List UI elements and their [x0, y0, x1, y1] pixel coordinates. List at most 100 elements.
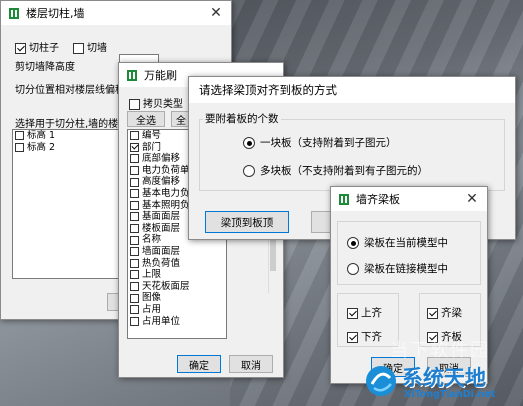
floor-list[interactable]: 标高 1 标高 2 — [12, 129, 132, 279]
floor-label: 标高 2 — [27, 141, 56, 153]
floor-label: 标高 1 — [27, 130, 56, 141]
align-beam-label: 齐梁 — [441, 307, 462, 319]
multi-slab-radio[interactable]: 多块板（不支持附着到有子图元的） — [243, 163, 428, 178]
one-slab-radio-dot[interactable] — [243, 137, 255, 149]
floor-check[interactable] — [15, 131, 24, 141]
copy-type-item-label: 底部偏移 — [142, 153, 181, 165]
copy-type-item-label: 上限 — [142, 269, 162, 281]
copy-type-item-label: 基面面层 — [142, 211, 181, 223]
top-align-check[interactable] — [347, 307, 358, 319]
copy-type-checkbox[interactable]: 拷贝类型 — [129, 95, 183, 110]
copy-type-item-label: 楼板面层 — [142, 222, 181, 234]
slab-count-label: 要附着板的个数 — [203, 111, 281, 126]
copy-type-check[interactable] — [130, 270, 139, 280]
copy-type-item-label: 图像 — [142, 292, 162, 304]
link-model-label: 梁板在链接模型中 — [364, 263, 448, 275]
list-item[interactable]: 上限 — [128, 269, 226, 281]
beam-align-title: 请选择梁顶对齐到板的方式 — [199, 83, 337, 97]
copy-type-label: 拷贝类型 — [143, 99, 183, 110]
floor-cut-titlebar: 楼层切柱,墙 ✕ — [1, 1, 231, 25]
copy-type-item-label: 编号 — [142, 130, 162, 141]
cut-pos-label: 切分位置相对楼层线偏移 — [15, 85, 125, 96]
multi-slab-label: 多块板（不支持附着到有子图元的） — [260, 165, 428, 177]
cut-wall-label: 切墙 — [87, 43, 107, 54]
copy-type-check[interactable] — [130, 154, 139, 164]
link-model-radio-dot[interactable] — [347, 263, 359, 275]
list-item[interactable]: 天花板面层 — [128, 281, 226, 293]
current-model-radio-dot[interactable] — [347, 237, 359, 249]
floor-check[interactable] — [15, 142, 24, 152]
beam-align-titlebar: 请选择梁顶对齐到板的方式 — [189, 77, 515, 103]
list-item[interactable]: 占用单位 — [128, 316, 226, 328]
cut-column-check[interactable] — [15, 42, 26, 54]
copy-type-item-label: 占用单位 — [142, 315, 181, 327]
copy-type-check[interactable] — [130, 282, 139, 292]
brush-cancel-button[interactable]: 取消 — [229, 355, 273, 373]
copy-type-item-label: 名称 — [142, 234, 162, 246]
site-logo: 系统天地 XiTongTianDi.net — [364, 360, 523, 406]
copy-type-check[interactable] — [130, 235, 139, 245]
watermark-text: 当下软件园 — [390, 340, 490, 361]
brush-title: 万能刷 — [144, 69, 177, 82]
align-beam-checkbox[interactable]: 齐梁 — [427, 305, 462, 320]
slab-count-group — [199, 119, 505, 191]
shear-label: 剪切墙降高度 — [15, 62, 75, 73]
link-model-radio[interactable]: 梁板在链接模型中 — [347, 261, 448, 276]
copy-type-check[interactable] — [130, 212, 139, 222]
copy-type-check[interactable] — [130, 189, 139, 199]
list-item[interactable]: 占用 — [128, 304, 226, 316]
copy-type-item-label: 部门 — [142, 141, 162, 153]
bottom-align-label: 下齐 — [361, 331, 382, 343]
beam-top-to-slab-button[interactable]: 梁顶到板顶 — [205, 211, 289, 233]
list-item[interactable]: 热负荷值 — [128, 258, 226, 270]
cut-wall-checkbox[interactable]: 切墙 — [73, 39, 107, 54]
cut-wall-check[interactable] — [73, 42, 84, 54]
wall-align-titlebar: 墙齐梁板 ✕ — [331, 187, 487, 211]
wall-align-title: 墙齐梁板 — [356, 193, 400, 206]
copy-type-check[interactable] — [130, 305, 139, 315]
current-model-label: 梁板在当前模型中 — [364, 237, 448, 249]
bottom-align-checkbox[interactable]: 下齐 — [347, 329, 382, 344]
logo-url: XiTongTianDi.net — [404, 389, 496, 400]
copy-type-item-label: 天花板面层 — [142, 280, 190, 292]
cut-column-checkbox[interactable]: 切柱子 — [15, 39, 59, 54]
app-icon — [7, 6, 21, 20]
floor-cut-title: 楼层切柱,墙 — [26, 7, 85, 20]
app-icon — [337, 192, 351, 206]
copy-type-check[interactable] — [130, 316, 139, 326]
align-beam-check[interactable] — [427, 307, 438, 319]
copy-type-check[interactable] — [130, 247, 139, 257]
one-slab-radio[interactable]: 一块板（支持附着到子图元） — [243, 135, 397, 150]
close-icon[interactable]: ✕ — [457, 187, 487, 211]
list-item[interactable]: 标高 1 — [13, 130, 131, 142]
copy-type-check[interactable] — [129, 98, 140, 110]
select-floor-label: 选择用于切分柱,墙的楼层 — [15, 119, 129, 130]
logo-title: 系统天地 — [402, 366, 486, 390]
copy-type-check[interactable] — [130, 224, 139, 234]
copy-type-check[interactable] — [130, 131, 139, 141]
copy-type-item-label: 墙面面层 — [142, 245, 181, 257]
bottom-align-check[interactable] — [347, 331, 358, 343]
close-icon[interactable]: ✕ — [201, 1, 231, 25]
copy-type-item-label: 热负荷值 — [142, 257, 181, 269]
copy-type-check[interactable] — [130, 293, 139, 303]
list-item[interactable]: 墙面面层 — [128, 246, 226, 258]
top-align-checkbox[interactable]: 上齐 — [347, 305, 382, 320]
one-slab-label: 一块板（支持附着到子图元） — [260, 137, 397, 149]
multi-slab-radio-dot[interactable] — [243, 165, 255, 177]
copy-type-check[interactable] — [130, 166, 139, 176]
list-item[interactable]: 图像 — [128, 292, 226, 304]
copy-type-check[interactable] — [130, 200, 139, 210]
cut-column-label: 切柱子 — [29, 43, 59, 54]
copy-type-check[interactable] — [130, 258, 139, 268]
copy-type-check[interactable] — [130, 177, 139, 187]
copy-type-check[interactable] — [130, 142, 139, 152]
brush-ok-button[interactable]: 确定 — [177, 355, 221, 373]
select-all-button[interactable]: 全选 — [127, 111, 165, 127]
top-align-label: 上齐 — [361, 307, 382, 319]
logo-icon — [366, 366, 396, 396]
copy-type-item-label: 高度偏移 — [142, 176, 181, 188]
list-item[interactable]: 标高 2 — [13, 142, 131, 154]
current-model-radio[interactable]: 梁板在当前模型中 — [347, 235, 448, 250]
app-icon — [125, 68, 139, 82]
